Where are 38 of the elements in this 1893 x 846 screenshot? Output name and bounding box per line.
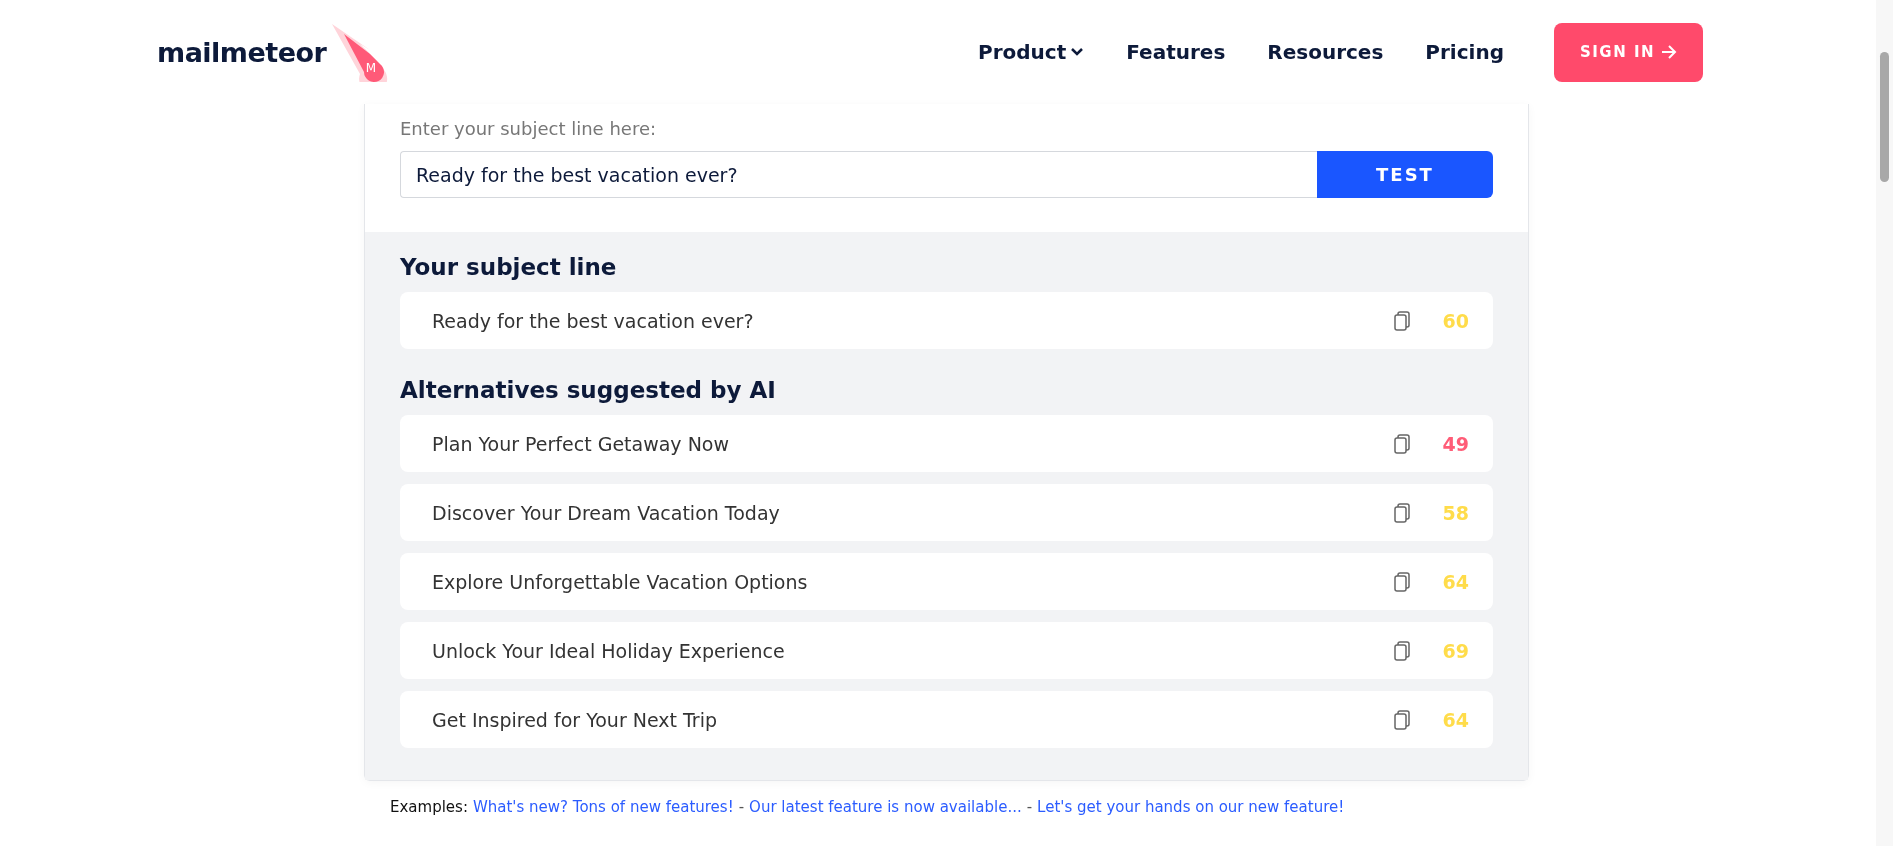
test-button[interactable]: TEST (1317, 151, 1493, 198)
subject-text: Explore Unforgettable Vacation Options (432, 570, 808, 593)
input-label: Enter your subject line here: (400, 118, 658, 139)
subject-input-field[interactable]: Ready for the best vacation ever? (400, 151, 1317, 198)
copy-icon[interactable] (1393, 310, 1411, 331)
examples-label: Examples: (390, 798, 468, 816)
copy-icon[interactable] (1393, 640, 1411, 661)
separator-text: - (738, 798, 745, 816)
score: 64 (1441, 708, 1469, 731)
copy-icon[interactable] (1393, 709, 1411, 730)
subject-text: Discover Your Dream Vacation Today (432, 501, 780, 524)
subject-text: Unlock Your Ideal Holiday Experience (432, 639, 785, 662)
example-link[interactable]: Our latest feature is now available... (749, 798, 1022, 816)
nav-link[interactable]: Resources (1267, 40, 1384, 64)
score: 58 (1441, 501, 1469, 524)
subject-text: Ready for the best vacation ever? (432, 309, 754, 332)
chevron-down-icon (1070, 47, 1085, 57)
section-title: Alternatives suggested by AI (400, 377, 777, 403)
nav-link[interactable]: Features (1126, 40, 1226, 64)
example-link[interactable]: Let's get your hands on our new feature! (1037, 798, 1345, 816)
scrollbar-thumb[interactable] (1880, 52, 1889, 182)
separator-text: - (1026, 798, 1033, 816)
copy-icon[interactable] (1393, 571, 1411, 592)
section-title: Your subject line (400, 254, 618, 280)
copy-icon[interactable] (1393, 433, 1411, 454)
score: 64 (1441, 570, 1469, 593)
score: 69 (1441, 639, 1469, 662)
scrollbar[interactable] (1876, 0, 1893, 846)
arrow-right-icon (1661, 45, 1678, 59)
example-link[interactable]: What's new? Tons of new features! (472, 798, 734, 816)
nav-link[interactable]: Pricing (1425, 40, 1504, 64)
subject-text: Plan Your Perfect Getaway Now (432, 432, 729, 455)
score: 49 (1441, 432, 1469, 455)
subject-text: Get Inspired for Your Next Trip (432, 708, 717, 731)
score: 60 (1441, 309, 1469, 332)
logo-text[interactable]: mailmeteor (157, 36, 327, 68)
copy-icon[interactable] (1393, 502, 1411, 523)
nav-link[interactable]: Product (978, 40, 1085, 64)
